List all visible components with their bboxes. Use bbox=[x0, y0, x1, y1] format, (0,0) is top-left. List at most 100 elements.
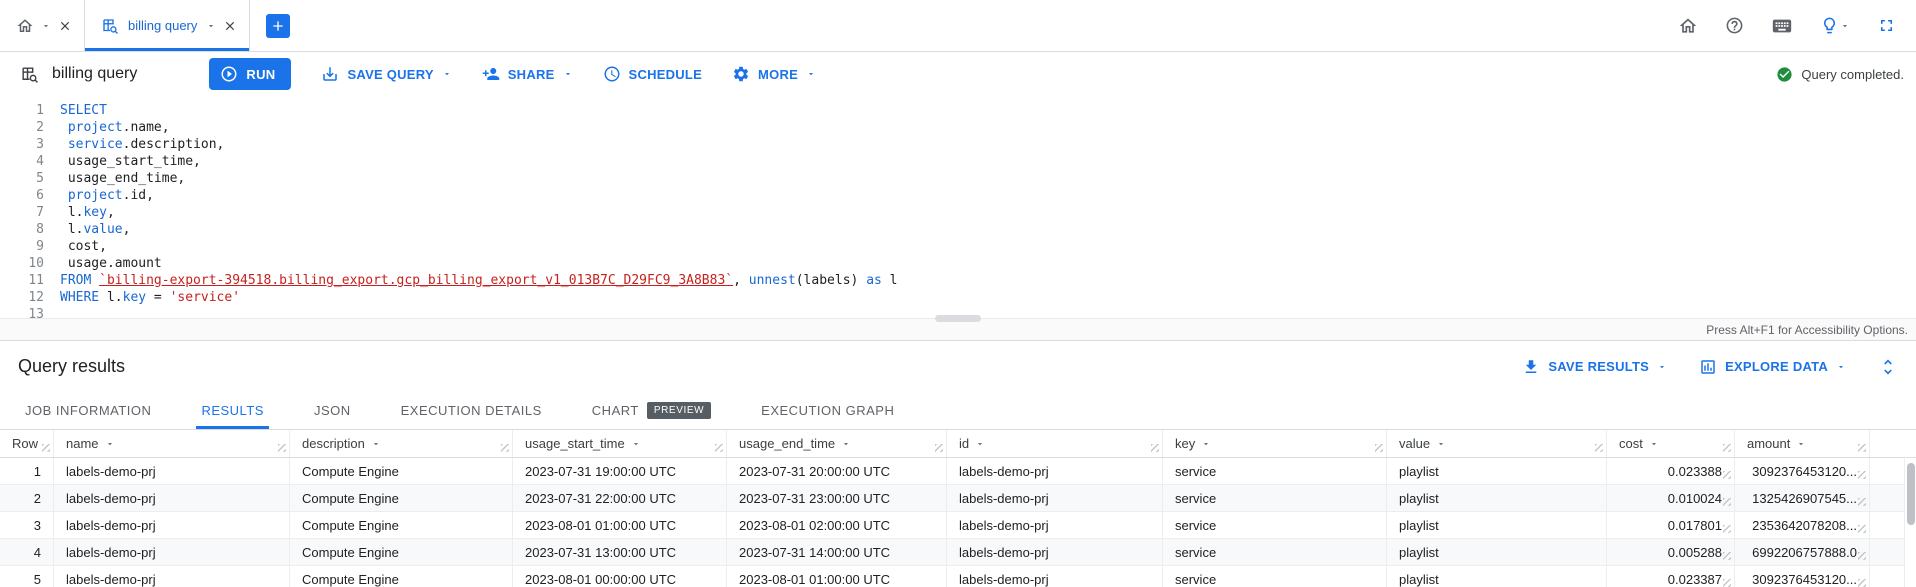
fullscreen-icon[interactable] bbox=[1877, 16, 1896, 35]
cell-usage_end_time: 2023-07-31 23:00:00 UTC bbox=[727, 485, 947, 511]
cell-value: Compute Engine bbox=[302, 545, 399, 560]
code-line: 11FROM `billing-export-394518.billing_ex… bbox=[0, 272, 1916, 289]
unfold-more-icon[interactable] bbox=[1878, 357, 1898, 377]
cell-row: 4 bbox=[0, 539, 54, 565]
plus-icon bbox=[270, 18, 286, 34]
code-token: l. bbox=[99, 290, 122, 305]
save-query-button[interactable]: SAVE QUERY bbox=[321, 65, 451, 83]
tab-label: EXECUTION DETAILS bbox=[401, 403, 542, 418]
cell-value: labels-demo-prj bbox=[959, 491, 1049, 506]
code-line: 9 cost, bbox=[0, 238, 1916, 255]
download-icon bbox=[1522, 358, 1540, 376]
lightbulb-menu[interactable] bbox=[1820, 16, 1850, 35]
code-token bbox=[60, 120, 68, 135]
column-header-usage_start_time[interactable]: usage_start_time bbox=[513, 430, 727, 457]
results-tab-execution-details[interactable]: EXECUTION DETAILS bbox=[376, 392, 567, 429]
code-line: 2 project.name, bbox=[0, 119, 1916, 136]
cell-value: labels-demo-prj bbox=[66, 491, 156, 506]
cell-value: playlist bbox=[1399, 545, 1439, 560]
cell-name: labels-demo-prj bbox=[54, 539, 290, 565]
bigquery-console: billing query bbox=[0, 0, 1916, 587]
results-title: Query results bbox=[18, 356, 125, 377]
code-token: FROM bbox=[60, 273, 91, 288]
line-number: 12 bbox=[0, 289, 44, 306]
results-tab-results[interactable]: RESULTS bbox=[176, 392, 289, 429]
results-tab-chart[interactable]: CHARTPREVIEW bbox=[567, 392, 736, 429]
results-tab-json[interactable]: JSON bbox=[289, 392, 376, 429]
editor-tab-bar: billing query bbox=[0, 0, 1916, 52]
code-token: usage_end_time, bbox=[60, 171, 185, 186]
scrollbar-thumb[interactable] bbox=[1907, 463, 1915, 525]
line-number: 1 bbox=[0, 102, 44, 119]
person-add-icon bbox=[482, 65, 500, 83]
column-header-name[interactable]: name bbox=[54, 430, 290, 457]
schedule-button[interactable]: SCHEDULE bbox=[603, 65, 703, 83]
cell-value: playlist bbox=[1387, 512, 1607, 538]
column-menu-icon[interactable] bbox=[1649, 439, 1659, 449]
cell-usage_start_time: 2023-08-01 00:00:00 UTC bbox=[513, 566, 727, 587]
column-menu-icon[interactable] bbox=[1436, 439, 1446, 449]
column-label: cost bbox=[1619, 436, 1643, 451]
keyboard-icon[interactable] bbox=[1771, 15, 1793, 37]
panel-resize-handle[interactable] bbox=[935, 315, 981, 322]
line-number: 2 bbox=[0, 119, 44, 136]
column-menu-icon[interactable] bbox=[1201, 439, 1211, 449]
sql-editor[interactable]: 1SELECT2 project.name,3 service.descript… bbox=[0, 96, 1916, 318]
column-menu-icon[interactable] bbox=[631, 439, 641, 449]
cell-value: 2023-07-31 23:00:00 UTC bbox=[739, 491, 890, 506]
column-header-id[interactable]: id bbox=[947, 430, 1163, 457]
close-tab-icon[interactable] bbox=[223, 19, 237, 33]
share-button[interactable]: SHARE bbox=[482, 65, 573, 83]
column-header-value[interactable]: value bbox=[1387, 430, 1607, 457]
tab-billing-query[interactable]: billing query bbox=[85, 0, 250, 51]
cell-value: 2023-08-01 01:00:00 UTC bbox=[739, 572, 890, 587]
chevron-down-icon[interactable] bbox=[41, 21, 51, 31]
save-results-button[interactable]: SAVE RESULTS bbox=[1522, 358, 1667, 376]
code-line: 8 l.value, bbox=[0, 221, 1916, 238]
column-menu-icon[interactable] bbox=[975, 439, 985, 449]
explore-data-button[interactable]: EXPLORE DATA bbox=[1699, 358, 1846, 376]
status-text: Query completed. bbox=[1801, 67, 1904, 82]
cell-value: 0.017801 bbox=[1668, 518, 1722, 533]
query-toolbar: billing query RUN SAVE QUERY SHARE bbox=[0, 52, 1916, 96]
vertical-scrollbar[interactable] bbox=[1904, 459, 1916, 587]
cell-value: 5 bbox=[34, 572, 41, 587]
column-header-key[interactable]: key bbox=[1163, 430, 1387, 457]
more-button[interactable]: MORE bbox=[732, 65, 816, 83]
cell-value: 2 bbox=[34, 491, 41, 506]
code-line: 3 service.description, bbox=[0, 136, 1916, 153]
query-status: Query completed. bbox=[1776, 66, 1904, 83]
cell-description: Compute Engine bbox=[290, 539, 513, 565]
results-tab-execution-graph[interactable]: EXECUTION GRAPH bbox=[736, 392, 919, 429]
line-number: 5 bbox=[0, 170, 44, 187]
line-number: 11 bbox=[0, 272, 44, 289]
column-menu-icon[interactable] bbox=[105, 439, 115, 449]
line-number: 7 bbox=[0, 204, 44, 221]
column-header-usage_end_time[interactable]: usage_end_time bbox=[727, 430, 947, 457]
run-button[interactable]: RUN bbox=[209, 58, 291, 90]
run-label: RUN bbox=[246, 67, 275, 82]
cell-value: playlist bbox=[1387, 458, 1607, 484]
column-menu-icon[interactable] bbox=[841, 439, 851, 449]
cell-name: labels-demo-prj bbox=[54, 566, 290, 587]
home-icon[interactable] bbox=[1678, 16, 1698, 36]
column-header-cost[interactable]: cost bbox=[1607, 430, 1735, 457]
cell-row: 5 bbox=[0, 566, 54, 587]
close-tab-icon[interactable] bbox=[58, 19, 72, 33]
column-menu-icon[interactable] bbox=[1796, 439, 1806, 449]
column-menu-icon[interactable] bbox=[371, 439, 381, 449]
chevron-down-icon[interactable] bbox=[206, 21, 216, 31]
cell-name: labels-demo-prj bbox=[54, 458, 290, 484]
column-header-description[interactable]: description bbox=[290, 430, 513, 457]
line-number: 10 bbox=[0, 255, 44, 272]
column-label: usage_start_time bbox=[525, 436, 625, 451]
untitled-tab[interactable] bbox=[0, 0, 85, 51]
cell-value: Compute Engine bbox=[302, 491, 399, 506]
tab-label: JOB INFORMATION bbox=[25, 403, 151, 418]
line-number: 4 bbox=[0, 153, 44, 170]
results-tab-job-information[interactable]: JOB INFORMATION bbox=[0, 392, 176, 429]
code-token: , bbox=[123, 222, 131, 237]
help-icon[interactable] bbox=[1725, 16, 1744, 35]
add-tab-button[interactable] bbox=[266, 14, 290, 38]
column-header-amount[interactable]: amount bbox=[1735, 430, 1870, 457]
